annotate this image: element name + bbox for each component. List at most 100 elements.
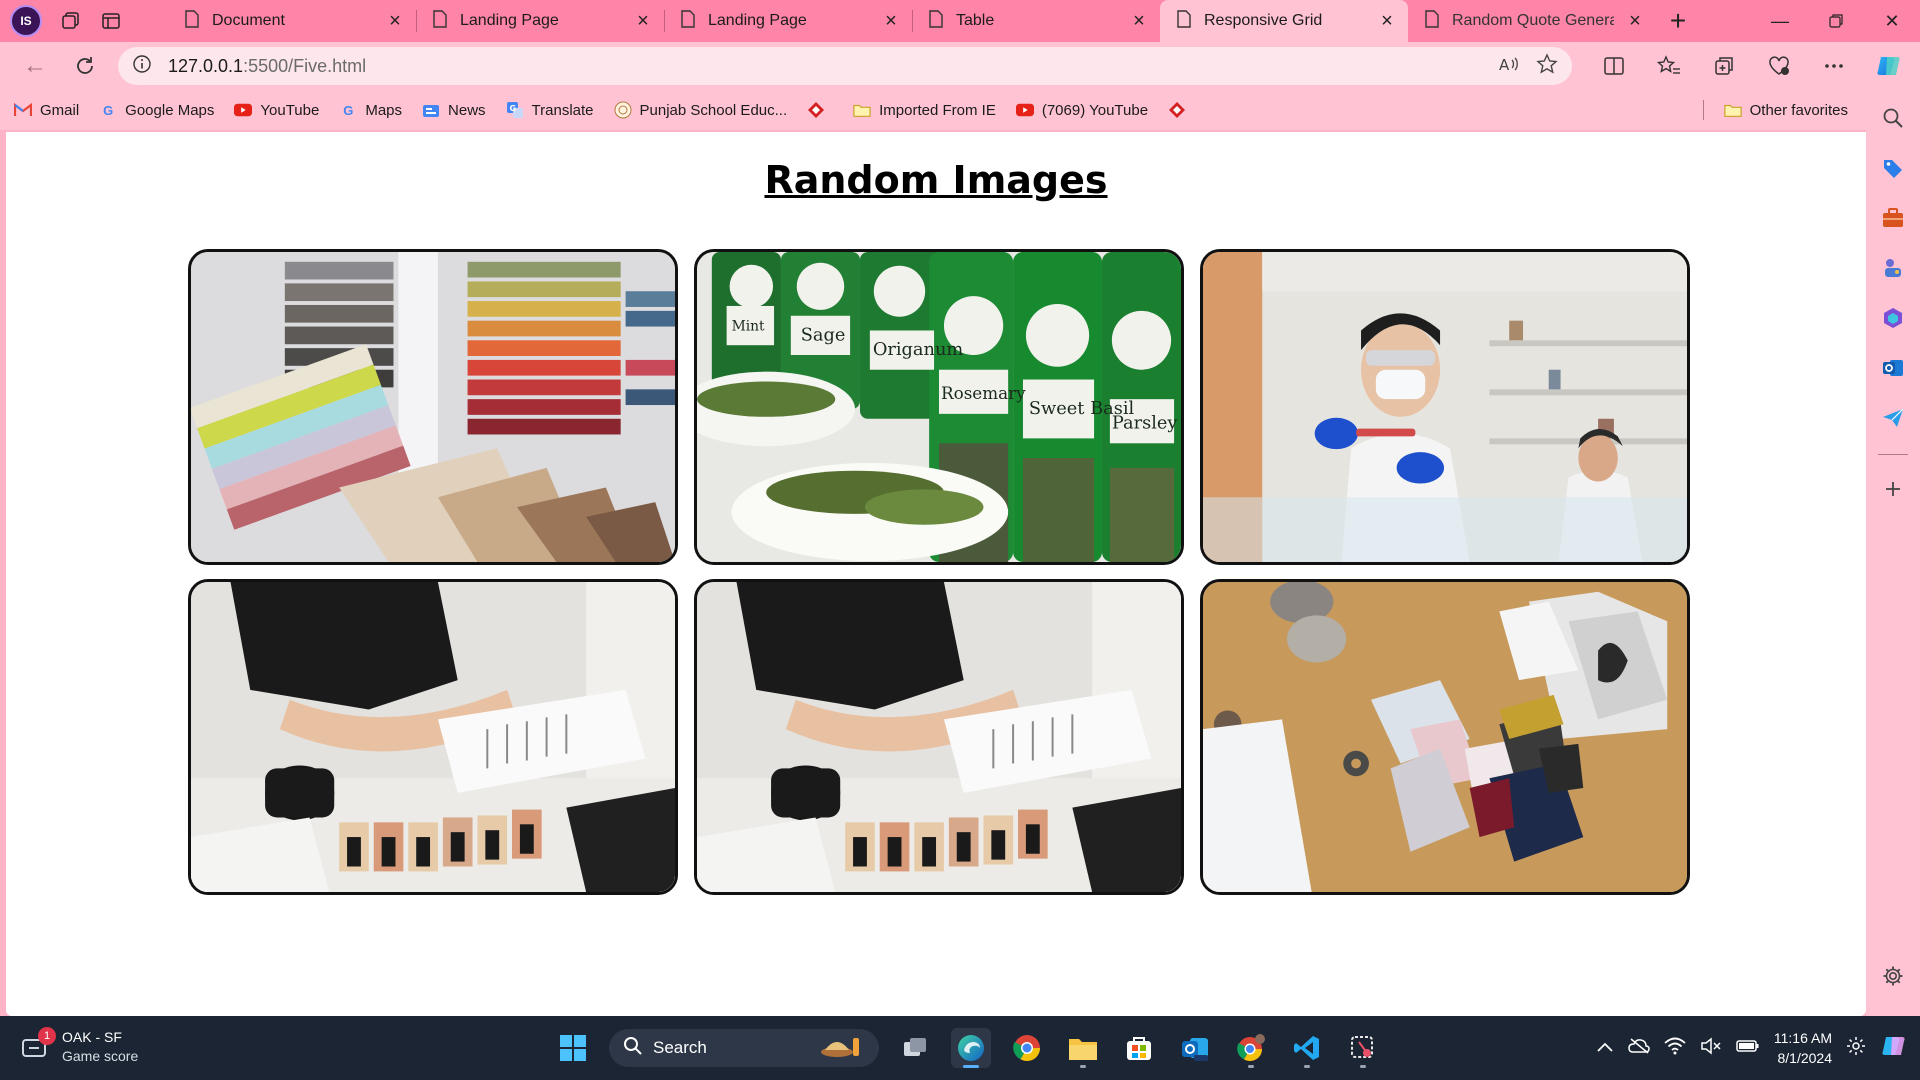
clock-date: 8/1/2024 [1777, 1050, 1833, 1066]
games-icon[interactable] [1873, 248, 1913, 288]
bookmark-maps[interactable]: G Maps [339, 101, 402, 119]
page-viewport: Random Images Mint Sage Origanum Rosemar… [6, 132, 1866, 1016]
school-icon [614, 101, 632, 119]
bookmark-diamond[interactable] [807, 101, 833, 119]
bookmark-youtube-2[interactable]: (7069) YouTube [1015, 101, 1149, 119]
info-icon[interactable] [132, 54, 152, 78]
minimize-button[interactable]: — [1752, 0, 1808, 42]
tab-responsive-grid[interactable]: Responsive Grid × [1160, 0, 1408, 42]
tab-actions-icon[interactable] [100, 10, 122, 32]
read-aloud-icon[interactable]: A [1498, 54, 1520, 78]
new-tab-button[interactable]: + [1656, 0, 1700, 42]
store-app-icon[interactable] [1119, 1028, 1159, 1068]
url-text[interactable]: 127.0.0.1:5500/Five.html [168, 56, 1482, 77]
tab-table[interactable]: Table × [912, 0, 1160, 42]
collections-icon[interactable] [1696, 46, 1751, 86]
image-spices: Mint Sage Origanum Rosemary Sweet Basil … [694, 249, 1184, 565]
close-icon[interactable]: × [1130, 10, 1148, 32]
notification-settings-icon[interactable] [1846, 1036, 1866, 1060]
chrome-app-icon[interactable] [1007, 1028, 1047, 1068]
tab-title: Landing Page [460, 12, 559, 29]
volume-muted-icon[interactable] [1700, 1037, 1722, 1059]
toolbar-actions [1586, 46, 1916, 86]
bookmark-diamond-2[interactable] [1168, 101, 1194, 119]
bookmark-label: (7069) YouTube [1041, 101, 1149, 119]
shopping-tag-icon[interactable] [1873, 148, 1913, 188]
snipping-tool-icon[interactable] [1343, 1028, 1383, 1068]
restore-button[interactable] [1808, 0, 1864, 42]
copilot-sidebar-icon[interactable] [1873, 298, 1913, 338]
tab-random-quote[interactable]: Random Quote Generato × [1408, 0, 1656, 42]
refresh-button[interactable] [60, 46, 110, 86]
running-indicator [1360, 1065, 1366, 1068]
other-favorites[interactable]: Other favorites [1723, 90, 1848, 130]
bookmark-translate[interactable]: G Translate [506, 101, 594, 119]
vscode-app-icon[interactable] [1287, 1028, 1327, 1068]
close-icon[interactable]: × [1378, 10, 1396, 32]
youtube-icon [234, 101, 253, 119]
url-host: 127.0.0.1 [168, 55, 244, 76]
outlook-icon[interactable] [1873, 348, 1913, 388]
widget-line1: OAK - SF [62, 1029, 122, 1045]
tab-landing-page-2[interactable]: Landing Page × [664, 0, 912, 42]
chevron-up-icon[interactable] [1596, 1040, 1614, 1057]
swatches-image [191, 252, 675, 562]
close-window-button[interactable]: ✕ [1864, 0, 1920, 42]
tab-landing-page[interactable]: Landing Page × [416, 0, 664, 42]
bookmark-punjab-school[interactable]: Punjab School Educ... [614, 101, 787, 119]
tab-title: Responsive Grid [1204, 12, 1323, 29]
address-bar[interactable]: 127.0.0.1:5500/Five.html A [118, 47, 1572, 85]
close-icon[interactable]: × [1626, 10, 1644, 32]
edge-app-icon[interactable] [951, 1028, 991, 1068]
profile-avatar[interactable]: IS [10, 5, 42, 37]
page-icon [1176, 9, 1192, 33]
split-screen-icon[interactable] [1586, 46, 1641, 86]
tab-document[interactable]: Document × [168, 0, 416, 42]
search-icon[interactable] [1873, 98, 1913, 138]
cloud-offline-icon[interactable] [1628, 1038, 1650, 1058]
chrome-profile-app-icon[interactable] [1231, 1028, 1271, 1068]
notification-badge: 1 [38, 1027, 56, 1045]
close-icon[interactable]: × [882, 10, 900, 32]
bookmark-news[interactable]: News [422, 101, 486, 119]
running-indicator [963, 1065, 979, 1068]
back-button[interactable]: ← [10, 46, 60, 86]
more-menu-icon[interactable] [1806, 46, 1861, 86]
close-icon[interactable]: × [386, 10, 404, 32]
copilot-taskbar-icon[interactable] [1880, 1032, 1908, 1064]
clock-time: 11:16 AM [1773, 1030, 1832, 1046]
browser-essentials-icon[interactable] [1751, 46, 1806, 86]
spices-image: Mint Sage Origanum Rosemary Sweet Basil … [697, 252, 1181, 562]
weather-widget[interactable]: 1 OAK - SF Game score [20, 1027, 138, 1066]
close-icon[interactable]: × [634, 10, 652, 32]
clock[interactable]: 11:16 AM 8/1/2024 [1774, 1028, 1832, 1068]
wifi-icon[interactable] [1664, 1037, 1686, 1059]
system-tray: 11:16 AM 8/1/2024 [1596, 1016, 1920, 1080]
page-icon [432, 9, 448, 33]
settings-gear-icon[interactable] [1873, 956, 1913, 996]
bookmark-youtube[interactable]: YouTube [234, 101, 319, 119]
bookmark-label: Google Maps [125, 101, 215, 119]
tools-briefcase-icon[interactable] [1873, 198, 1913, 238]
bookmark-gmail[interactable]: Gmail [14, 101, 79, 119]
copilot-icon[interactable] [1861, 46, 1916, 86]
fabrics-image [1203, 582, 1687, 892]
svg-text:G: G [509, 104, 516, 113]
page-icon [928, 9, 944, 33]
bookmark-google-maps[interactable]: G Google Maps [99, 101, 214, 119]
task-view-icon[interactable] [895, 1028, 935, 1068]
workspaces-icon[interactable] [60, 10, 82, 32]
bookmark-imported-from-ie[interactable]: Imported From IE [853, 101, 996, 119]
favorite-star-icon[interactable] [1536, 53, 1558, 79]
file-explorer-icon[interactable] [1063, 1028, 1103, 1068]
outlook-new-icon[interactable] [1175, 1028, 1215, 1068]
news-icon [422, 101, 440, 119]
url-path: :5500/Five.html [243, 55, 367, 76]
battery-icon[interactable] [1736, 1038, 1760, 1058]
image-grid: Mint Sage Origanum Rosemary Sweet Basil … [188, 249, 1690, 895]
taskbar-search[interactable]: Search [609, 1029, 879, 1067]
send-icon[interactable] [1873, 398, 1913, 438]
start-button[interactable] [553, 1028, 593, 1068]
favorites-icon[interactable] [1641, 46, 1696, 86]
add-icon[interactable] [1873, 469, 1913, 509]
